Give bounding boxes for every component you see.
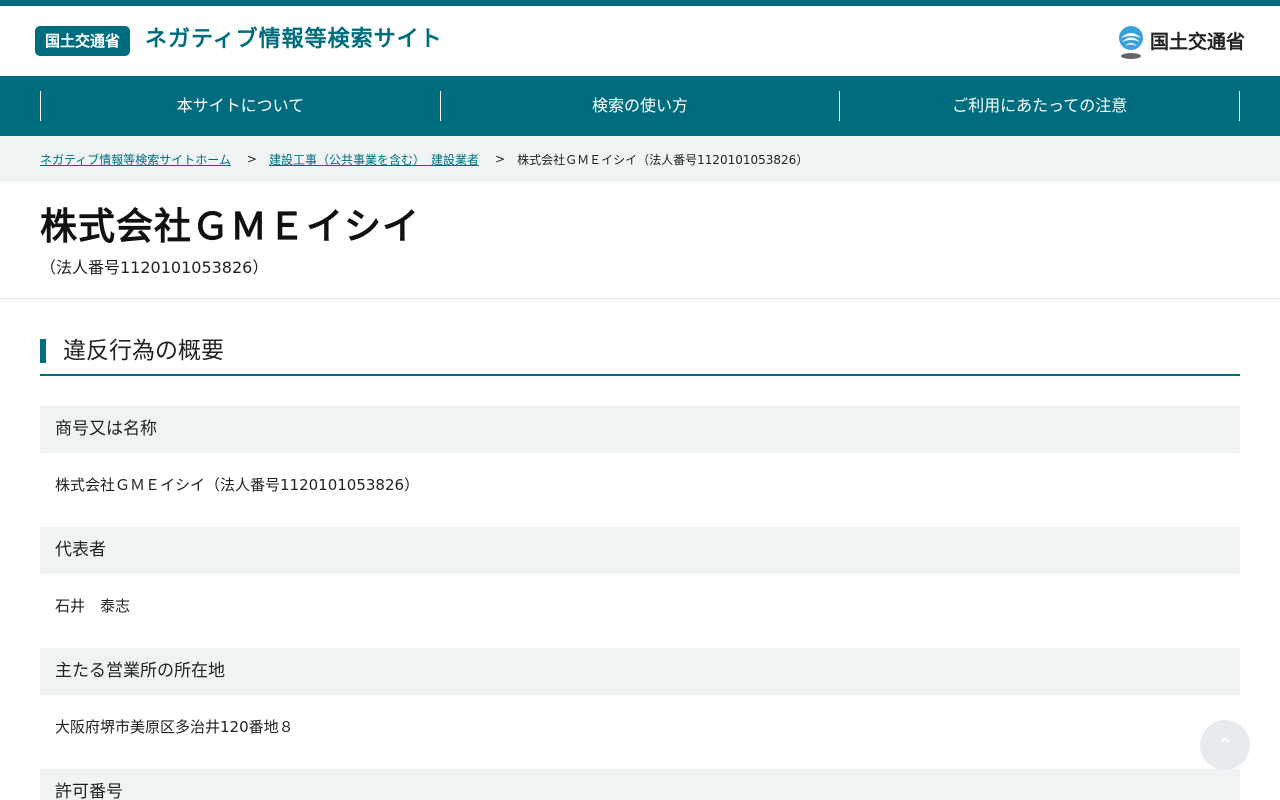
breadcrumb-current: 株式会社ＧＭＥイシイ（法人番号1120101053826） [517,152,809,167]
org-badge[interactable]: 国土交通省 [35,26,131,56]
detail-value-representative: 石井 泰志 [55,597,131,615]
breadcrumb-category-link[interactable]: 建設工事（公共事業を含む） 建設業者 [269,151,479,168]
nav-notes[interactable]: ご利用にあたっての注意 [839,91,1241,121]
nav-about[interactable]: 本サイトについて [40,91,440,121]
detail-list: 商号又は名称 株式会社ＧＭＥイシイ（法人番号1120101053826） 代表者… [40,406,1240,800]
nav-how-to-search[interactable]: 検索の使い方 [439,91,840,121]
detail-label-representative: 代表者 [40,527,1240,574]
detail-value-company-name: 株式会社ＧＭＥイシイ（法人番号1120101053826） [55,476,420,494]
site-title[interactable]: ネガティブ情報等検索サイト [145,25,443,55]
page-header: 株式会社ＧＭＥイシイ （法人番号1120101053826） [0,182,1280,299]
site-header: 国土交通省 ネガティブ情報等検索サイト 国土交通省 [0,6,1280,76]
arrow-up-icon: ⌃ [1216,733,1234,757]
logo-text: 国土交通省 [1149,31,1245,53]
detail-label-license-number: 許可番号 [40,769,1240,800]
mlit-logo[interactable]: 国土交通省 [1117,24,1245,60]
breadcrumb-home-link[interactable]: ネガティブ情報等検索サイトホーム [40,151,231,168]
heading-underline [40,374,1240,376]
mlit-logo-icon [1118,26,1143,59]
violation-summary-section: 違反行為の概要 商号又は名称 株式会社ＧＭＥイシイ（法人番号1120101053… [0,299,1280,800]
breadcrumb-separator: > [246,152,257,166]
section-heading: 違反行為の概要 [40,339,1240,363]
detail-label-company-name: 商号又は名称 [40,406,1240,453]
breadcrumb-separator: > [495,152,506,166]
back-to-top-button[interactable]: ⌃ [1200,720,1250,770]
detail-value-office-address: 大阪府堺市美原区多治井120番地８ [55,718,294,736]
global-nav: 本サイトについて 検索の使い方 ご利用にあたっての注意 [0,76,1280,136]
corporate-number: （法人番号1120101053826） [40,258,269,277]
detail-label-office-address: 主たる営業所の所在地 [40,648,1240,695]
breadcrumb: ネガティブ情報等検索サイトホーム > 建設工事（公共事業を含む） 建設業者 > … [0,136,1280,182]
page-title: 株式会社ＧＭＥイシイ [40,205,420,248]
